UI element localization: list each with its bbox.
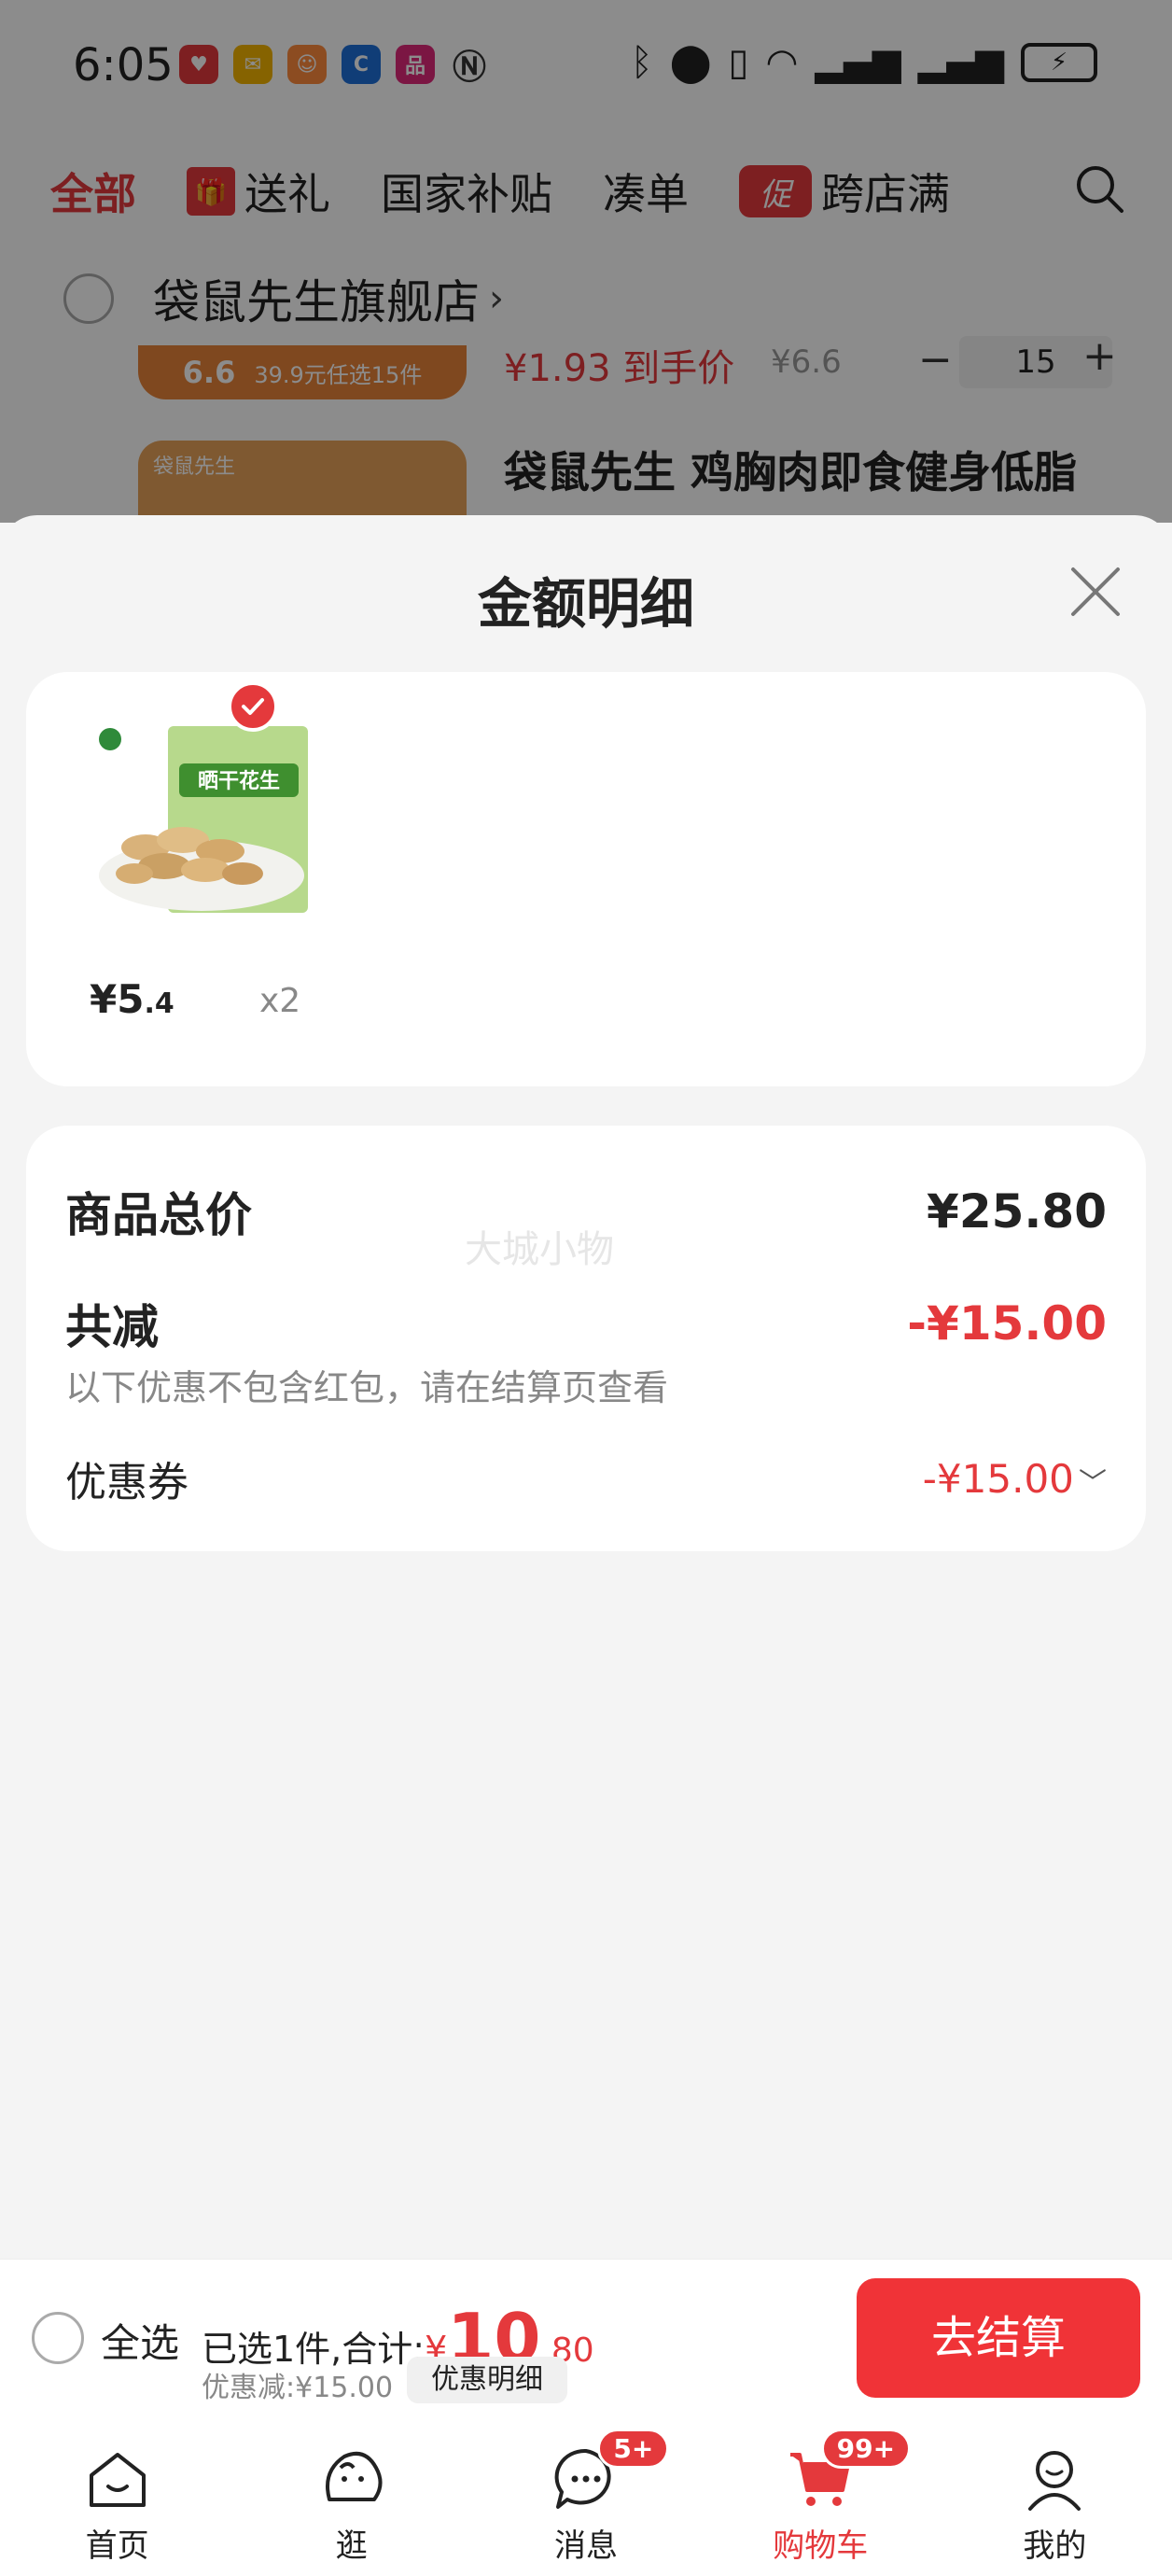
- nav-item-cart[interactable]: 购物车 99+: [704, 2419, 938, 2576]
- coupon-value: -¥15.00: [922, 1455, 1074, 1502]
- svg-text:晒干花生: 晒干花生: [198, 769, 280, 793]
- check-icon: [228, 681, 278, 732]
- message-badge: 5+: [597, 2429, 670, 2469]
- checkout-bar: 全选 已选1件,合计: ¥10.80 优惠减:¥15.00 优惠明细 去结算: [0, 2259, 1172, 2419]
- total-price-value: ¥25.80: [927, 1184, 1107, 1239]
- coupon-label: 优惠券: [65, 1459, 188, 1506]
- home-icon: [89, 2453, 146, 2507]
- nav-item-profile[interactable]: 我的: [938, 2419, 1172, 2576]
- discount-amount: 优惠减:¥15.00: [202, 2372, 394, 2404]
- cart-badge: 99+: [820, 2429, 912, 2469]
- total-reduction-row: 共减 -¥15.00: [65, 1290, 1107, 1357]
- browse-icon: [325, 2452, 383, 2501]
- checkout-button[interactable]: 去结算: [857, 2278, 1140, 2398]
- total-reduction-value: -¥15.00: [907, 1296, 1107, 1351]
- item-price: ¥5.4: [90, 976, 174, 1022]
- price-summary-card: 大城小物 商品总价 ¥25.80 共减 -¥15.00 以下优惠不包含红包，请在…: [26, 1126, 1146, 1551]
- total-price-row: 商品总价 ¥25.80: [65, 1178, 1107, 1245]
- nav-item-browse[interactable]: 逛: [234, 2419, 468, 2576]
- close-icon[interactable]: [1067, 564, 1123, 620]
- total-reduction-label: 共减: [65, 1300, 159, 1354]
- coupon-row[interactable]: 优惠券 -¥15.00 ﹀: [65, 1449, 1107, 1508]
- profile-icon: [1028, 2451, 1081, 2511]
- selected-items-card: 晒干花生 ¥5.4 x2: [26, 672, 1146, 1086]
- peanut-product-image: 晒干花生: [90, 717, 321, 918]
- bottom-navigation: 首页 逛 消息 5+ 购物车 99+ 我的: [0, 2419, 1172, 2576]
- amount-detail-sheet: 金额明细 晒干花生 ¥5.4 x2 大城小物 商品总价 ¥25.80 共减 -¥…: [0, 515, 1172, 2261]
- modal-overlay[interactable]: [0, 0, 1172, 523]
- item-quantity: x2: [259, 982, 301, 1020]
- discount-detail-button[interactable]: 优惠明细: [407, 2357, 567, 2403]
- sheet-title: 金额明细: [477, 572, 694, 636]
- reduction-note: 以下优惠不包含红包，请在结算页查看: [65, 1367, 669, 1408]
- product-image[interactable]: 晒干花生: [90, 717, 321, 918]
- select-all-checkbox[interactable]: [32, 2312, 84, 2364]
- select-all-label[interactable]: 全选: [101, 2312, 179, 2369]
- total-price-label: 商品总价: [65, 1188, 252, 1242]
- nav-item-messages[interactable]: 消息 5+: [468, 2419, 703, 2576]
- nav-item-home[interactable]: 首页: [0, 2419, 234, 2576]
- chevron-down-icon[interactable]: ﹀: [1079, 1467, 1107, 1500]
